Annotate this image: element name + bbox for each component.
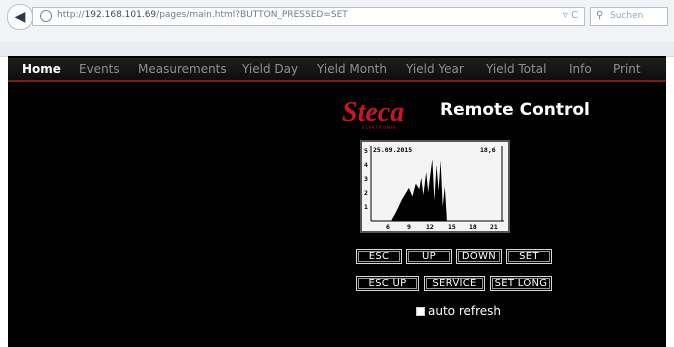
search-input[interactable]: Suchen [610, 11, 643, 21]
page-title: Remote Control [440, 100, 590, 120]
logo-subtext: ELEKTRONIK [362, 125, 397, 130]
search-bar[interactable]: ⚲ Suchen [590, 7, 668, 26]
y-tick-label: 3 [364, 175, 368, 183]
x-tick-label: 6 [386, 223, 390, 231]
y-tick-label: 1 [364, 203, 368, 211]
lcd-date: 25.09.2015 [373, 146, 412, 154]
esc-button[interactable]: ESC [356, 249, 402, 264]
service-button[interactable]: SERVICE [424, 276, 485, 291]
nav-info[interactable]: Info [569, 62, 592, 76]
lcd-value: 18,6 [480, 146, 496, 154]
x-tick-label: 9 [407, 223, 411, 231]
nav-events[interactable]: Events [79, 62, 120, 76]
logo-text: Steca [342, 97, 404, 128]
lcd-display: 25.09.2015 18,6 5 4 3 2 1 6 9 12 15 18 2… [360, 140, 510, 233]
search-icon: ⚲ [596, 10, 604, 21]
back-button[interactable]: ◀ [7, 4, 33, 30]
x-tick-label: 15 [448, 223, 456, 231]
nav-yield-month[interactable]: Yield Month [317, 62, 387, 76]
lcd-chart: 25.09.2015 18,6 5 4 3 2 1 6 9 12 15 18 2… [364, 146, 504, 231]
toolbar-strip [0, 42, 674, 56]
down-button[interactable]: DOWN [456, 249, 502, 264]
url-bar[interactable]: http://192.168.101.69/pages/main.html?BU… [32, 7, 585, 26]
up-button[interactable]: UP [406, 249, 452, 264]
x-tick-label: 12 [426, 223, 434, 231]
auto-refresh-label: auto refresh [428, 304, 502, 318]
y-tick-label: 5 [364, 147, 368, 155]
nav-home[interactable]: Home [22, 62, 61, 76]
x-tick-label: 18 [469, 223, 477, 231]
page-content: Home Events Measurements Yield Day Yield… [8, 56, 666, 347]
y-tick-label: 4 [364, 161, 368, 169]
nav-yield-day[interactable]: Yield Day [242, 62, 298, 76]
reload-icon[interactable]: ▿ C [563, 10, 578, 21]
x-tick-label: 21 [490, 223, 498, 231]
set-long-button[interactable]: SET LONG [490, 276, 552, 291]
steca-logo: Steca ELEKTRONIK [342, 97, 404, 130]
nav-yield-year[interactable]: Yield Year [406, 62, 464, 76]
nav-print[interactable]: Print [613, 62, 641, 76]
main-nav: Home Events Measurements Yield Day Yield… [8, 58, 666, 82]
back-arrow-icon: ◀ [14, 9, 26, 25]
url-path: /pages/main.html?BUTTON_PRESSED=SET [156, 10, 348, 20]
nav-yield-total[interactable]: Yield Total [486, 62, 546, 76]
yield-area [391, 159, 447, 221]
auto-refresh: auto refresh [416, 304, 501, 318]
y-tick-label: 2 [364, 189, 368, 197]
yield-series [391, 159, 447, 221]
set-button[interactable]: SET [506, 249, 552, 264]
url-text: http://192.168.101.69/pages/main.html?BU… [57, 10, 348, 20]
nav-measurements[interactable]: Measurements [138, 62, 227, 76]
url-prefix: http:// [57, 10, 85, 20]
esc-up-button[interactable]: ESC UP [356, 276, 419, 291]
site-info-icon[interactable] [40, 10, 52, 22]
auto-refresh-checkbox[interactable] [416, 306, 425, 316]
url-host: 192.168.101.69 [84, 10, 157, 20]
